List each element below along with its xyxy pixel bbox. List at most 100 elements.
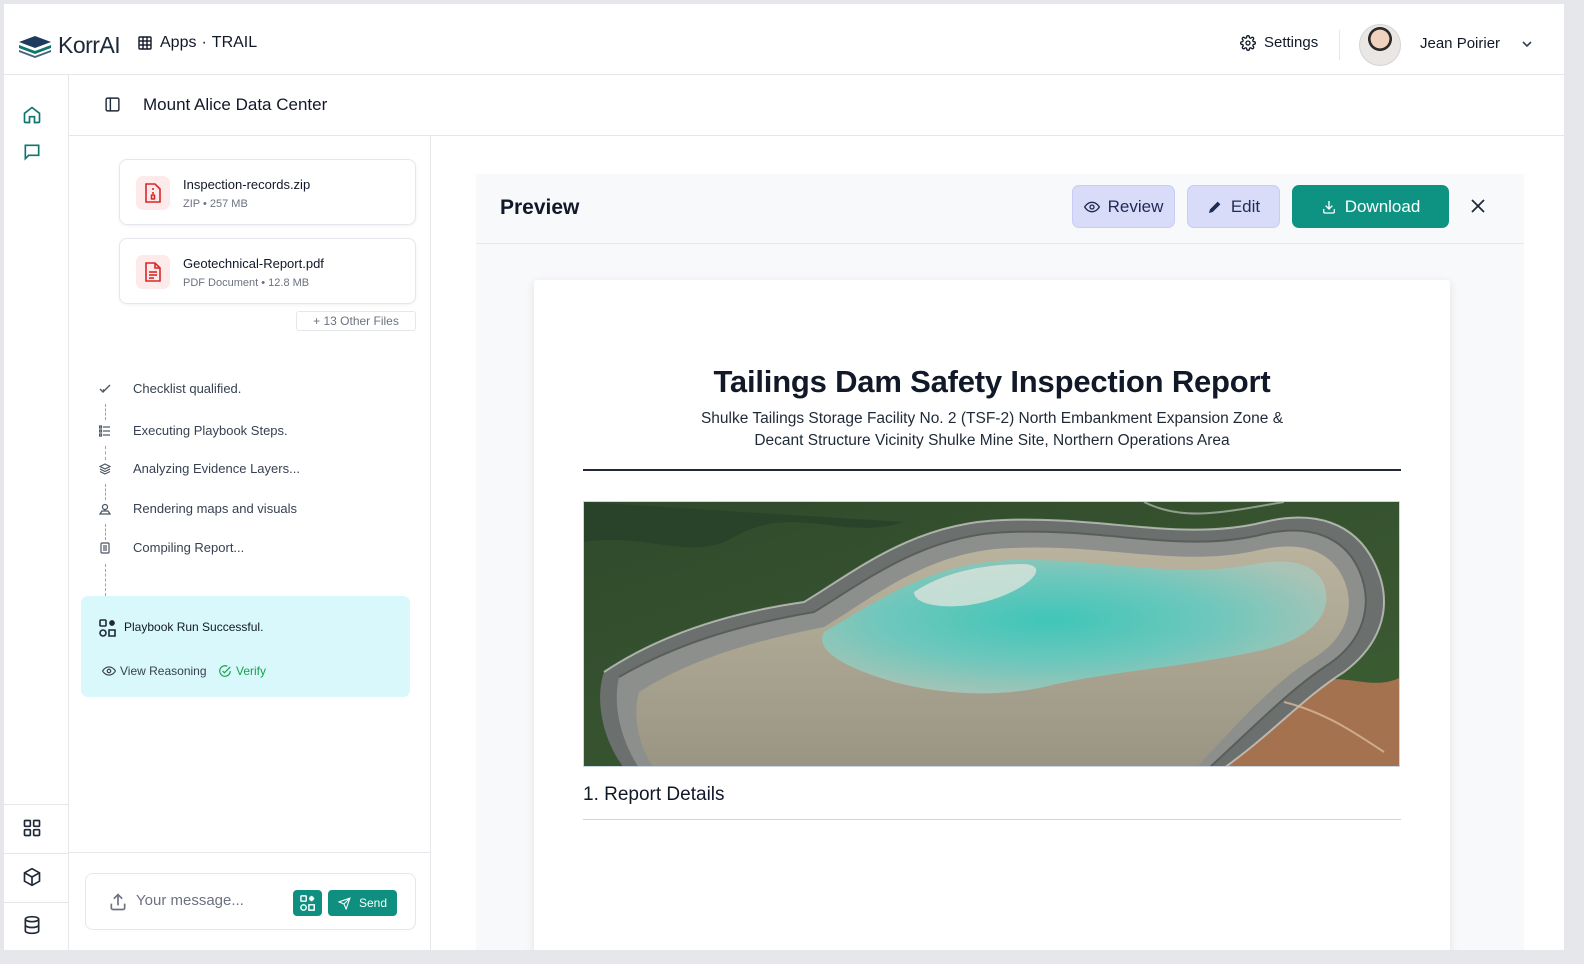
pencil-icon: [1208, 201, 1221, 213]
apps-separator: ·: [201, 34, 207, 51]
step-label: Analyzing Evidence Layers...: [133, 461, 300, 476]
home-icon: [23, 106, 41, 124]
dashboard-grid-icon: [23, 819, 41, 837]
layers-icon: [97, 461, 113, 477]
eye-icon: [102, 666, 116, 676]
review-label: Review: [1107, 196, 1164, 216]
playbook-icon: [99, 619, 116, 637]
step-connector: [105, 564, 106, 596]
grid-icon: [138, 36, 152, 50]
user-name[interactable]: Jean Poirier: [1420, 35, 1500, 52]
preview-header: Preview Review Edit Download: [476, 174, 1524, 244]
tailings-dam-aerial-image: [583, 501, 1400, 767]
report-subtitle-line: Decant Structure Vicinity Shulke Mine Si…: [754, 432, 1230, 449]
message-input[interactable]: [136, 892, 286, 909]
check-icon: [97, 381, 113, 397]
report-subtitle-line: Shulke Tailings Storage Facility No. 2 (…: [700, 410, 1284, 427]
step-item: Rendering maps and visuals: [97, 501, 297, 517]
download-icon: [1322, 200, 1335, 214]
package-icon: [23, 867, 41, 887]
playbook-button[interactable]: [293, 890, 322, 916]
edit-button[interactable]: Edit: [1187, 185, 1280, 228]
left-nav-rail: [4, 75, 69, 950]
playbook-icon: [299, 895, 315, 911]
title-divider: [583, 469, 1401, 471]
app-window: KorrAI Apps · TRAIL Settings Jean Poirie…: [4, 4, 1564, 950]
preview-title: Preview: [500, 196, 580, 219]
dashboard-button[interactable]: [20, 816, 44, 840]
home-button[interactable]: [20, 103, 44, 127]
step-item: Analyzing Evidence Layers...: [97, 461, 300, 477]
download-button[interactable]: Download: [1292, 185, 1449, 228]
database-button[interactable]: [20, 913, 44, 937]
step-item: Executing Playbook Steps.: [97, 423, 288, 439]
settings-button[interactable]: Settings: [1240, 34, 1318, 51]
playbook-result-title: Playbook Run Successful.: [124, 620, 264, 634]
section-divider: [583, 819, 1401, 820]
edit-label: Edit: [1230, 196, 1261, 216]
message-icon: [24, 144, 40, 161]
brand-logo[interactable]: KorrAI: [18, 32, 121, 59]
verify-link[interactable]: Verify: [218, 664, 266, 678]
top-bar: KorrAI Apps · TRAIL Settings Jean Poirie…: [4, 4, 1564, 75]
avatar[interactable]: [1359, 24, 1401, 66]
rail-divider: [4, 804, 69, 805]
zip-file-icon: [136, 176, 170, 210]
chat-panel: Inspection-records.zip ZIP • 257 MB Geot…: [69, 136, 431, 950]
review-button[interactable]: Review: [1072, 185, 1175, 228]
other-files-button[interactable]: + 13 Other Files: [296, 311, 416, 331]
page-header: Mount Alice Data Center: [69, 75, 1564, 136]
playbook-result-card: Playbook Run Successful. View Reasoning …: [81, 596, 410, 697]
view-reasoning-link[interactable]: View Reasoning: [102, 664, 207, 678]
message-composer: Send: [69, 852, 430, 950]
report-document: Tailings Dam Safety Inspection Report Sh…: [534, 280, 1450, 950]
brand-name: KorrAI: [58, 32, 121, 58]
map-pin-icon: [97, 501, 113, 517]
chevron-down-icon[interactable]: [1520, 37, 1534, 51]
step-label: Compiling Report...: [133, 540, 245, 555]
download-label: Download: [1344, 196, 1421, 216]
send-icon: [337, 896, 351, 910]
file-card-pdf[interactable]: Geotechnical-Report.pdf PDF Document • 1…: [119, 238, 416, 304]
upload-icon[interactable]: [108, 892, 128, 912]
settings-label: Settings: [1264, 34, 1319, 51]
document-icon: [97, 540, 113, 556]
sidebar-toggle-icon[interactable]: [104, 96, 121, 113]
rail-divider: [4, 853, 69, 854]
section-heading: 1. Report Details: [583, 784, 725, 805]
report-title: Tailings Dam Safety Inspection Report: [713, 364, 1271, 399]
topbar-divider: [1339, 30, 1340, 60]
apps-label: Apps: [160, 34, 197, 51]
close-icon[interactable]: [1468, 196, 1488, 216]
step-connector: [105, 404, 106, 420]
rail-divider: [4, 902, 69, 903]
page-title: Mount Alice Data Center: [143, 95, 328, 114]
step-item: Checklist qualified.: [97, 381, 241, 397]
view-reasoning-label: View Reasoning: [120, 664, 207, 678]
step-item: Compiling Report...: [97, 540, 244, 556]
apps-menu[interactable]: Apps · TRAIL: [138, 34, 257, 52]
preview-panel: Preview Review Edit Download Tailings Da…: [476, 174, 1524, 950]
chat-button[interactable]: [20, 140, 44, 164]
packages-button[interactable]: [20, 865, 44, 889]
brand-logo-icon: [19, 35, 51, 58]
file-card-zip[interactable]: Inspection-records.zip ZIP • 257 MB: [119, 159, 416, 225]
step-connector: [105, 446, 106, 460]
pdf-file-icon: [136, 255, 170, 289]
check-circle-icon: [219, 665, 231, 677]
send-button[interactable]: Send: [328, 890, 397, 916]
file-name: Geotechnical-Report.pdf: [183, 256, 324, 271]
list-icon: [97, 423, 113, 439]
send-label: Send: [358, 896, 388, 910]
report-subtitle: Shulke Tailings Storage Facility No. 2 (…: [664, 408, 1320, 452]
file-meta: ZIP • 257 MB: [183, 198, 248, 210]
file-meta: PDF Document • 12.8 MB: [183, 277, 310, 289]
verify-label: Verify: [236, 664, 267, 678]
step-label: Executing Playbook Steps.: [133, 423, 288, 438]
message-box: Send: [85, 873, 416, 930]
step-label: Checklist qualified.: [133, 381, 242, 396]
file-name: Inspection-records.zip: [183, 177, 311, 192]
eye-icon: [1083, 201, 1100, 212]
gear-icon: [1240, 34, 1256, 51]
step-connector: [105, 524, 106, 540]
